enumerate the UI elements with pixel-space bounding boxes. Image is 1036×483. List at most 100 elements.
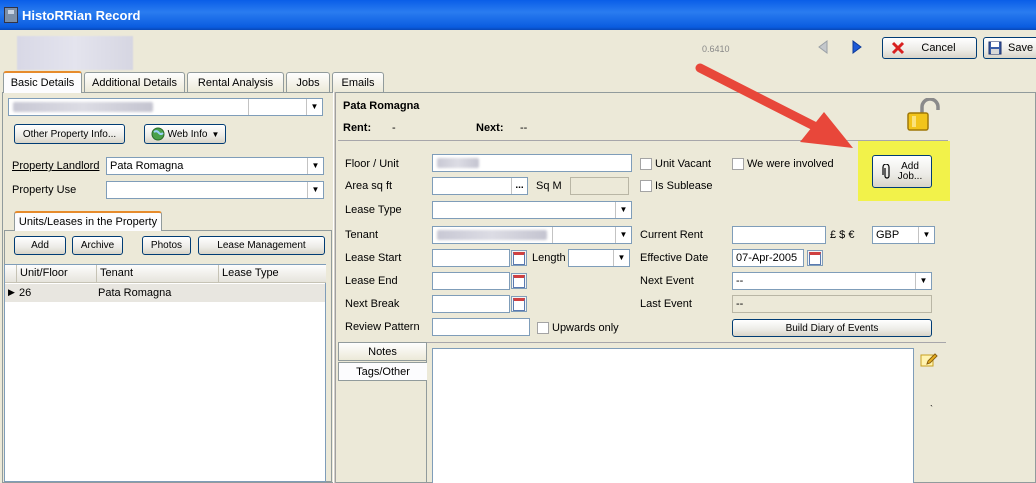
tab-basic-details[interactable]: Basic Details bbox=[3, 71, 82, 93]
sq-m-field bbox=[570, 177, 629, 195]
chevron-down-icon[interactable]: ▼ bbox=[306, 99, 322, 115]
effective-date-calendar-icon[interactable] bbox=[807, 250, 823, 266]
units-table[interactable]: Unit/Floor Tenant Lease Type ▶ 26 Pata R… bbox=[4, 264, 326, 482]
chevron-down-icon[interactable]: ▼ bbox=[915, 273, 931, 289]
units-tab-label: Units/Leases in the Property bbox=[18, 216, 158, 228]
chevron-down-icon: ▼ bbox=[211, 129, 220, 139]
lease-end-input[interactable] bbox=[432, 272, 510, 290]
chevron-down-icon[interactable]: ▼ bbox=[615, 227, 631, 243]
property-landlord-dropdown[interactable]: Pata Romagna ▼ bbox=[106, 157, 324, 175]
archive-button[interactable]: Archive bbox=[72, 236, 123, 255]
web-info-button[interactable]: Web Info ▼ bbox=[144, 124, 226, 144]
title-bar[interactable]: HistoRRian Record bbox=[0, 0, 1036, 30]
edit-note-icon[interactable] bbox=[920, 352, 938, 368]
lease-management-label: Lease Management bbox=[217, 240, 306, 251]
tab-emails[interactable]: Emails bbox=[332, 72, 384, 92]
lease-start-label: Lease Start bbox=[345, 252, 402, 264]
we-involved-label: We were involved bbox=[747, 158, 834, 170]
next-event-value: -- bbox=[736, 275, 744, 287]
unit-vacant-label: Unit Vacant bbox=[655, 158, 712, 170]
tab-units-leases[interactable]: Units/Leases in the Property bbox=[14, 211, 162, 231]
lease-start-calendar-icon[interactable] bbox=[511, 250, 527, 266]
tab-notes[interactable]: Notes bbox=[338, 342, 427, 361]
lease-type-dropdown[interactable]: ▼ bbox=[432, 201, 632, 219]
add-job-label-line2: Job... bbox=[897, 170, 923, 182]
chevron-down-icon[interactable]: ▼ bbox=[613, 250, 629, 266]
tab-jobs[interactable]: Jobs bbox=[286, 72, 330, 92]
chevron-down-icon[interactable]: ▼ bbox=[307, 158, 323, 174]
lease-start-input[interactable] bbox=[432, 249, 510, 267]
tab-additional-details[interactable]: Additional Details bbox=[84, 72, 185, 92]
add-job-button[interactable]: Add Job... bbox=[872, 155, 932, 188]
panel-splitter[interactable] bbox=[333, 92, 336, 483]
col-lease-type[interactable]: Lease Type bbox=[219, 265, 326, 283]
last-event-value: -- bbox=[736, 298, 744, 310]
is-sublease-checkbox[interactable] bbox=[640, 180, 652, 192]
area-ellipsis-button[interactable]: ... bbox=[511, 178, 527, 194]
tab-tags-other[interactable]: Tags/Other bbox=[338, 362, 427, 381]
next-event-dropdown[interactable]: -- ▼ bbox=[732, 272, 932, 290]
next-value: -- bbox=[520, 122, 528, 134]
lease-end-label: Lease End bbox=[345, 275, 398, 287]
review-pattern-input[interactable] bbox=[432, 318, 530, 336]
table-row[interactable]: ▶ 26 Pata Romagna bbox=[5, 284, 325, 302]
sq-m-label: Sq M bbox=[536, 180, 562, 192]
upwards-only-checkbox[interactable] bbox=[537, 322, 549, 334]
unlocked-padlock-icon[interactable] bbox=[904, 98, 940, 134]
property-landlord-label[interactable]: Property Landlord bbox=[12, 160, 99, 172]
forward-arrow-icon[interactable] bbox=[850, 40, 864, 54]
col-tenant[interactable]: Tenant bbox=[97, 265, 219, 283]
current-rent-label: Current Rent bbox=[640, 229, 703, 241]
review-pattern-label: Review Pattern bbox=[345, 321, 420, 333]
effective-date-input[interactable]: 07-Apr-2005 bbox=[732, 249, 804, 267]
other-property-info-button[interactable]: Other Property Info... bbox=[14, 124, 125, 144]
area-sqft-label: Area sq ft bbox=[345, 180, 393, 192]
row-selector-header bbox=[5, 265, 17, 283]
property-use-dropdown[interactable]: ▼ bbox=[106, 181, 324, 199]
save-disk-icon bbox=[988, 41, 1002, 55]
save-button[interactable]: Save bbox=[983, 37, 1036, 59]
cancel-button[interactable]: Cancel bbox=[882, 37, 977, 59]
row-pointer-icon: ▶ bbox=[8, 287, 15, 297]
currency-dropdown[interactable]: GBP ▼ bbox=[872, 226, 935, 244]
back-arrow-icon[interactable] bbox=[816, 40, 830, 54]
currency-value: GBP bbox=[876, 229, 900, 241]
tags-tab-label: Tags/Other bbox=[356, 365, 410, 378]
add-unit-button[interactable]: Add bbox=[14, 236, 66, 255]
add-unit-label: Add bbox=[31, 240, 49, 251]
lease-type-label: Lease Type bbox=[345, 204, 402, 216]
photos-button[interactable]: Photos bbox=[142, 236, 191, 255]
notes-divider bbox=[338, 342, 946, 343]
tenant-dropdown[interactable]: ▼ bbox=[432, 226, 632, 244]
property-address-dropdown[interactable]: ▼ bbox=[8, 98, 323, 116]
currency-symbols: £ $ € bbox=[830, 229, 855, 241]
next-break-input[interactable] bbox=[432, 295, 510, 313]
col-unit-floor[interactable]: Unit/Floor bbox=[17, 265, 97, 283]
unit-title: Pata Romagna bbox=[343, 100, 420, 112]
tab-label: Jobs bbox=[296, 76, 320, 89]
current-rent-input[interactable] bbox=[732, 226, 826, 244]
chevron-down-icon[interactable]: ▼ bbox=[615, 202, 631, 218]
effective-date-label: Effective Date bbox=[640, 252, 709, 264]
ellipsis-label: ... bbox=[515, 180, 524, 191]
build-diary-button[interactable]: Build Diary of Events bbox=[732, 319, 932, 337]
next-break-calendar-icon[interactable] bbox=[511, 296, 527, 312]
notes-textarea[interactable] bbox=[432, 348, 914, 483]
lease-management-button[interactable]: Lease Management bbox=[198, 236, 325, 255]
next-break-label: Next Break bbox=[345, 298, 400, 310]
floor-unit-input[interactable] bbox=[432, 154, 632, 172]
we-involved-checkbox[interactable] bbox=[732, 158, 744, 170]
globe-icon bbox=[151, 127, 165, 141]
notes-marker: ` bbox=[930, 404, 933, 414]
effective-date-value: 07-Apr-2005 bbox=[736, 252, 798, 264]
length-dropdown[interactable]: ▼ bbox=[568, 249, 630, 267]
save-button-label: Save bbox=[1008, 42, 1034, 54]
area-sqft-input[interactable]: ... bbox=[432, 177, 528, 195]
chevron-down-icon[interactable]: ▼ bbox=[307, 182, 323, 198]
other-property-info-label: Other Property Info... bbox=[22, 128, 117, 140]
record-logo bbox=[17, 36, 133, 70]
tab-rental-analysis[interactable]: Rental Analysis bbox=[187, 72, 284, 92]
unit-vacant-checkbox[interactable] bbox=[640, 158, 652, 170]
lease-end-calendar-icon[interactable] bbox=[511, 273, 527, 289]
chevron-down-icon[interactable]: ▼ bbox=[918, 227, 934, 243]
